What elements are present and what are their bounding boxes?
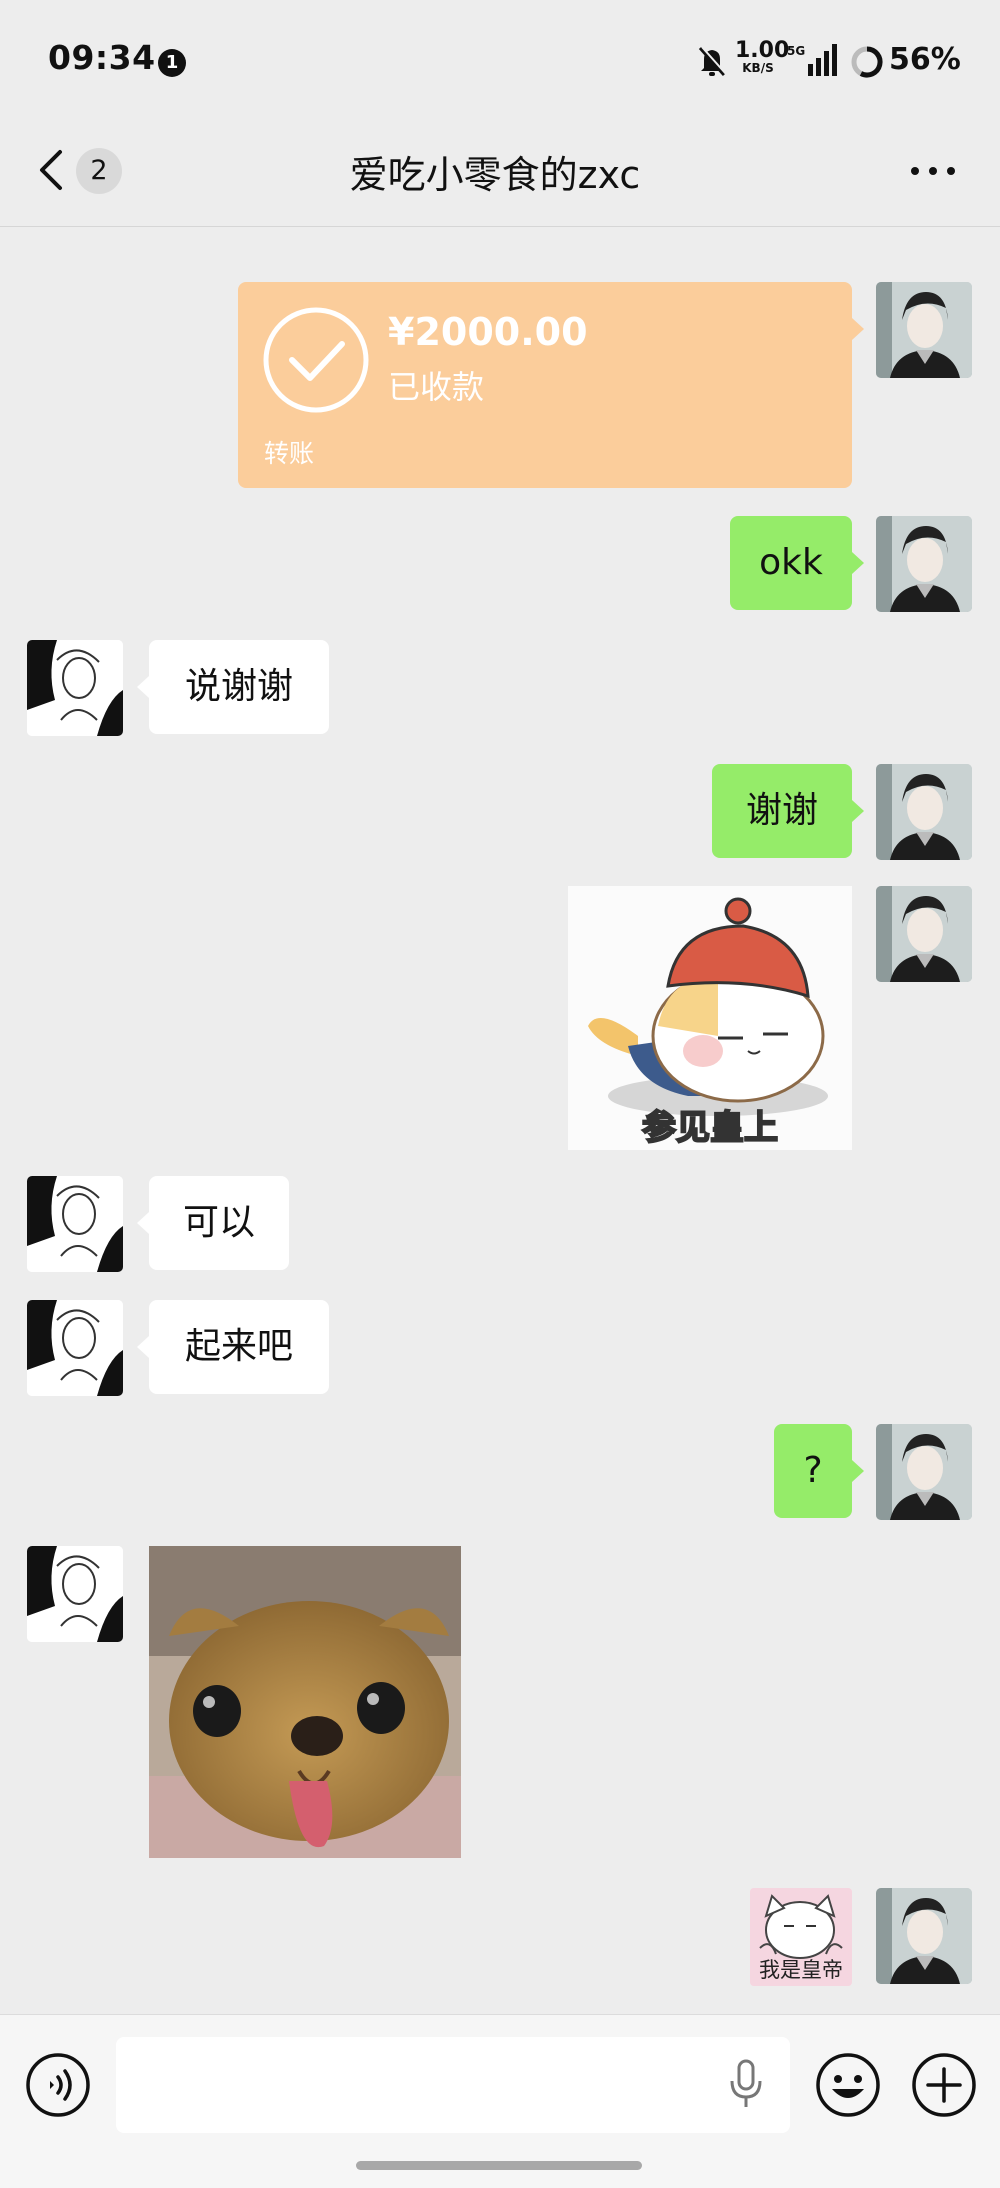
emoji-icon[interactable]: [814, 2051, 882, 2119]
message-bubble-received[interactable]: 起来吧: [149, 1300, 329, 1394]
message-bubble-sent[interactable]: ?: [774, 1424, 852, 1518]
mic-icon[interactable]: [728, 2059, 764, 2109]
transfer-amount: ¥2000.00: [388, 310, 588, 354]
bubble-tail: [137, 676, 149, 698]
voice-icon[interactable]: [24, 2051, 92, 2119]
more-dots-icon[interactable]: [908, 164, 958, 178]
check-circle-icon: [263, 307, 369, 413]
transfer-card[interactable]: ¥2000.00 已收款 转账: [238, 282, 864, 488]
input-bar: [0, 2014, 1000, 2188]
my-avatar[interactable]: [876, 516, 972, 612]
dog-photo-image: [149, 1546, 461, 1858]
bubble-tail: [852, 800, 864, 822]
sticker-message[interactable]: 我是皇帝: [750, 1888, 852, 1986]
notification-badge: 1: [158, 49, 186, 77]
contact-avatar[interactable]: [27, 1300, 123, 1396]
bubble-tail: [137, 1336, 149, 1358]
status-bar: 09:34 1 1.00 KB/S 5G 56%: [0, 0, 1000, 124]
message-bubble-sent[interactable]: okk: [730, 516, 852, 610]
status-time: 09:34: [48, 38, 156, 77]
bubble-tail: [852, 318, 864, 340]
my-avatar[interactable]: [876, 1424, 972, 1520]
transfer-label: 转账: [264, 439, 315, 468]
contact-avatar[interactable]: [27, 640, 123, 736]
dog-photo-message[interactable]: [149, 1546, 461, 1858]
message-bubble-received[interactable]: 可以: [149, 1176, 289, 1270]
mute-bell-icon: [698, 46, 727, 76]
my-avatar[interactable]: [876, 764, 972, 860]
transfer-status: 已收款: [388, 368, 485, 406]
bubble-tail: [137, 1212, 149, 1234]
signal-icon: [808, 44, 837, 76]
battery-percent: 56%: [889, 42, 961, 77]
chat-header: 2 爱吃小零食的zxc: [0, 124, 1000, 227]
sticker-caption: 参见皇上: [641, 1107, 779, 1149]
message-bubble-received[interactable]: 说谢谢: [149, 640, 329, 734]
home-indicator[interactable]: [356, 2161, 642, 2170]
battery-ring-icon: [851, 46, 883, 78]
plus-icon[interactable]: [910, 2051, 978, 2119]
bubble-tail: [852, 1460, 864, 1482]
bubble-tail: [852, 552, 864, 574]
net-speed: 1.00 KB/S: [735, 38, 790, 75]
contact-avatar[interactable]: [27, 1546, 123, 1642]
message-input[interactable]: [116, 2037, 790, 2133]
sticker-caption: 我是皇帝: [759, 1958, 843, 1982]
my-avatar[interactable]: [876, 282, 972, 378]
chat-title: 爱吃小零食的zxc: [349, 153, 641, 197]
my-avatar[interactable]: [876, 886, 972, 982]
my-avatar[interactable]: [876, 1888, 972, 1984]
contact-avatar[interactable]: [27, 1176, 123, 1272]
message-bubble-sent[interactable]: 谢谢: [712, 764, 852, 858]
sticker-message[interactable]: 参见皇上: [568, 886, 852, 1150]
